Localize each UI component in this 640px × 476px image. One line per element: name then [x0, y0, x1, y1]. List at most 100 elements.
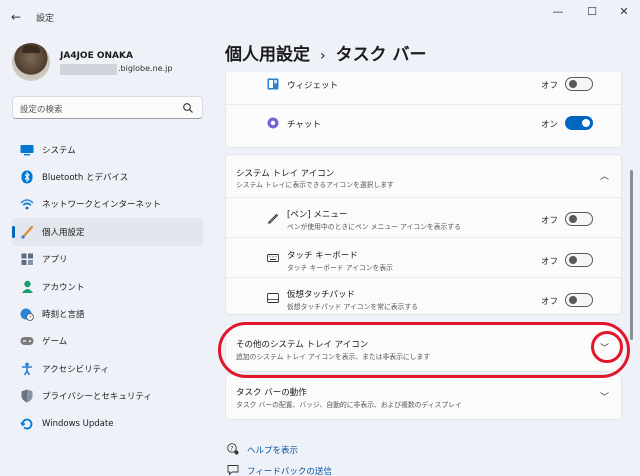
- sidebar-item-system[interactable]: システム: [12, 136, 203, 163]
- email-redaction: [60, 64, 117, 75]
- chat-label: チャット: [287, 120, 321, 130]
- widgets-label: ウィジェット: [287, 81, 339, 91]
- breadcrumb-parent[interactable]: 個人用設定: [225, 45, 310, 65]
- keyboard-icon: [267, 254, 279, 262]
- sidebar-item-accessibility[interactable]: アクセシビリティ: [12, 355, 203, 382]
- touchpad-icon: [267, 293, 279, 303]
- system-tray-subtitle: システム トレイに表示できるアイコンを選択します: [236, 181, 394, 189]
- shield-icon: [20, 389, 34, 403]
- sidebar-item-personalization[interactable]: 個人用設定: [12, 218, 203, 246]
- toggle-knob: [569, 80, 577, 88]
- sidebar-item-label: Bluetooth とデバイス: [42, 173, 129, 184]
- divider: [226, 197, 622, 198]
- sidebar-item-time-language[interactable]: 時刻と言語: [12, 300, 203, 327]
- touch-keyboard-toggle[interactable]: [565, 253, 593, 267]
- page-title: タスク バー: [335, 45, 427, 65]
- pen-menu-title: [ペン] メニュー: [287, 210, 348, 220]
- pen-icon: [267, 213, 279, 224]
- close-button[interactable]: ✕: [614, 5, 634, 19]
- globe-clock-icon: [20, 307, 34, 321]
- avatar-decoration: [22, 45, 40, 53]
- touch-keyboard-state: オフ: [541, 257, 559, 267]
- pen-menu-state: オフ: [541, 216, 559, 226]
- sidebar-item-privacy[interactable]: プライバシーとセキュリティ: [12, 383, 203, 410]
- widgets-state: オフ: [541, 81, 559, 91]
- chat-state: オン: [541, 120, 559, 130]
- sidebar-item-network[interactable]: ネットワークとインターネット: [12, 191, 203, 218]
- system-tray-title: システム トレイ アイコン: [236, 169, 335, 179]
- brush-icon: [20, 225, 34, 239]
- apps-icon: [20, 252, 34, 266]
- search-placeholder: 設定の検索: [20, 105, 63, 115]
- sidebar-item-label: プライバシーとセキュリティ: [42, 392, 152, 403]
- sidebar-item-label: ゲーム: [42, 337, 68, 348]
- sidebar-item-label: アプリ: [42, 255, 68, 266]
- help-link[interactable]: ヘルプを表示: [247, 444, 298, 456]
- chevron-down-icon[interactable]: ﹀: [600, 390, 609, 403]
- toggle-knob: [569, 256, 577, 264]
- sidebar-item-bluetooth[interactable]: Bluetooth とデバイス: [12, 163, 203, 190]
- update-icon: [20, 417, 34, 431]
- account-icon: [20, 280, 34, 294]
- toggle-knob: [582, 119, 590, 127]
- sidebar-item-gaming[interactable]: ゲーム: [12, 328, 203, 355]
- sidebar-item-label: 個人用設定: [42, 227, 85, 238]
- sidebar-item-label: 時刻と言語: [42, 310, 85, 321]
- sidebar-item-label: ネットワークとインターネット: [42, 200, 162, 211]
- scrollbar[interactable]: [630, 170, 633, 340]
- sidebar-item-label: システム: [42, 145, 76, 156]
- gamepad-icon: [20, 334, 34, 348]
- help-icon: ?: [227, 443, 239, 455]
- window-title: 設定: [36, 14, 55, 24]
- virtual-touchpad-subtitle: 仮想タッチパッド アイコンを常に表示する: [287, 303, 418, 311]
- title-bar: ← 設定 — ☐ ✕: [0, 0, 640, 34]
- divider: [226, 104, 622, 105]
- chevron-up-icon[interactable]: ︿: [600, 169, 609, 182]
- settings-content: ウィジェット オフ チャット オン システム トレイ アイコン システム トレイ…: [225, 72, 622, 476]
- taskbar-items-card: ウィジェット オフ チャット オン: [225, 72, 622, 148]
- search-icon: [183, 103, 193, 113]
- breadcrumb-separator: ›: [320, 48, 326, 64]
- user-name: JA4JOE ONAKA: [60, 51, 133, 61]
- touch-keyboard-subtitle: タッチ キーボード アイコンを表示: [287, 264, 393, 272]
- sidebar-item-apps[interactable]: アプリ: [12, 246, 203, 273]
- sidebar-item-label: アカウント: [42, 282, 85, 293]
- system-tray-header[interactable]: システム トレイ アイコン システム トレイに表示できるアイコンを選択します ︿: [226, 155, 622, 195]
- sidebar-item-windows-update[interactable]: Windows Update: [12, 410, 203, 437]
- widgets-icon: [267, 78, 279, 90]
- taskbar-behavior-title: タスク バーの動作: [236, 388, 307, 398]
- widgets-toggle[interactable]: [565, 77, 593, 91]
- chat-icon: [267, 117, 279, 129]
- bluetooth-icon: [20, 170, 34, 184]
- sidebar-item-label: Windows Update: [42, 418, 114, 429]
- highlight-annotation: [218, 322, 630, 378]
- wifi-icon: [20, 197, 34, 211]
- chat-toggle[interactable]: [565, 116, 593, 130]
- system-icon: [20, 143, 34, 157]
- pen-menu-toggle[interactable]: [565, 212, 593, 226]
- sidebar-nav: システム Bluetooth とデバイス ネットワークとインターネット 個人用設…: [12, 136, 203, 437]
- minimize-button[interactable]: —: [548, 5, 568, 19]
- toggle-knob: [569, 296, 577, 304]
- sidebar-item-label: アクセシビリティ: [42, 364, 110, 375]
- taskbar-behavior-subtitle: タスク バーの配置、バッジ、自動的に非表示、および複数のディスプレイ: [236, 401, 462, 409]
- sidebar-item-accounts[interactable]: アカウント: [12, 273, 203, 300]
- maximize-button[interactable]: ☐: [582, 5, 602, 19]
- toggle-knob: [569, 215, 577, 223]
- feedback-link[interactable]: フィードバックの送信: [247, 465, 332, 476]
- pen-menu-subtitle: ペンが使用中のときにペン メニュー アイコンを表示する: [287, 223, 461, 231]
- system-tray-card: システム トレイ アイコン システム トレイに表示できるアイコンを選択します ︿…: [225, 154, 622, 315]
- chevron-highlight-annotation: [591, 331, 623, 363]
- touch-keyboard-title: タッチ キーボード: [287, 251, 358, 261]
- feedback-icon: [227, 465, 239, 476]
- back-arrow-icon[interactable]: ←: [8, 9, 24, 25]
- taskbar-behavior-card[interactable]: タスク バーの動作 タスク バーの配置、バッジ、自動的に非表示、および複数のディ…: [225, 374, 622, 420]
- search-input[interactable]: 設定の検索: [12, 96, 203, 119]
- accessibility-icon: [20, 362, 34, 376]
- virtual-touchpad-toggle[interactable]: [565, 293, 593, 307]
- divider: [226, 237, 622, 238]
- virtual-touchpad-title: 仮想タッチパッド: [287, 290, 356, 300]
- svg-text:?: ?: [230, 445, 233, 452]
- user-email: .biglobe.ne.jp: [118, 64, 173, 73]
- breadcrumb: 個人用設定 › タスク バー: [225, 40, 427, 65]
